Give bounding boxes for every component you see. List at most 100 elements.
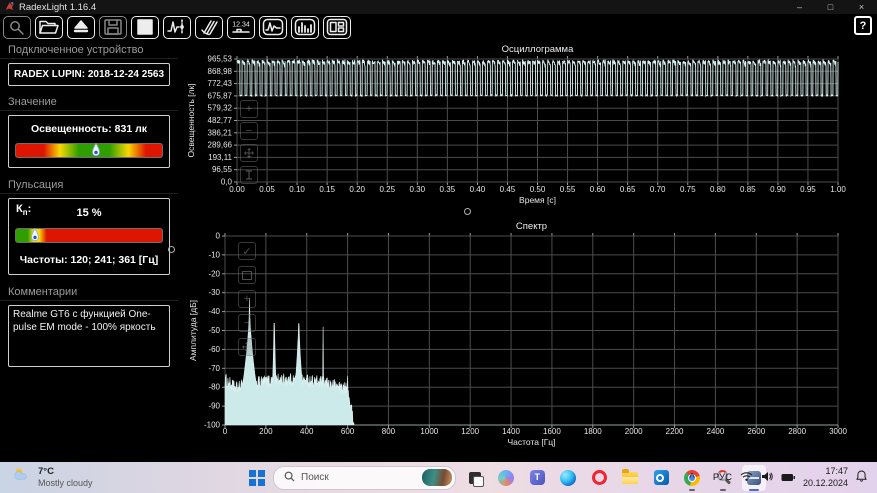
minimize-button[interactable]: – bbox=[784, 0, 815, 14]
pan-button[interactable] bbox=[238, 338, 256, 356]
svg-text:-70: -70 bbox=[208, 364, 220, 373]
battery-icon[interactable] bbox=[781, 469, 795, 487]
windows-logo-icon bbox=[249, 470, 256, 477]
zoom-out-button[interactable]: − bbox=[240, 122, 258, 140]
help-button[interactable]: ? bbox=[854, 16, 872, 35]
svg-text:-90: -90 bbox=[208, 402, 220, 411]
file-explorer-taskbar-icon[interactable] bbox=[618, 465, 642, 491]
opera-taskbar-icon[interactable] bbox=[587, 465, 611, 491]
search-highlight-image[interactable] bbox=[422, 469, 452, 486]
opera-icon bbox=[592, 470, 607, 485]
language-indicator[interactable]: РУС bbox=[713, 472, 732, 483]
taskbar: 7°C Mostly cloudy Поиск ^ РУС bbox=[0, 462, 877, 493]
svg-text:0.55: 0.55 bbox=[560, 185, 576, 194]
system-tray: ^ РУС 17:47 20.12.2024 bbox=[689, 462, 877, 493]
file-explorer-icon bbox=[622, 472, 638, 484]
task-view-icon bbox=[469, 472, 481, 484]
comments-splitter-grip[interactable] bbox=[168, 246, 175, 253]
notifications-bell-icon[interactable] bbox=[856, 469, 867, 487]
copilot-taskbar-icon[interactable] bbox=[494, 465, 518, 491]
svg-text:0: 0 bbox=[216, 232, 221, 241]
maximize-button[interactable]: □ bbox=[815, 0, 846, 14]
layout-panels-button[interactable] bbox=[323, 16, 351, 39]
save-file-button[interactable] bbox=[99, 16, 127, 39]
numeric-display-button[interactable]: 12.34 bbox=[227, 16, 255, 39]
edge-icon bbox=[560, 470, 576, 486]
kp-value: 15 % bbox=[15, 207, 163, 219]
charts-splitter-grip[interactable] bbox=[464, 208, 471, 215]
outlook-taskbar-icon[interactable] bbox=[649, 465, 673, 491]
close-button[interactable]: × bbox=[846, 0, 877, 14]
svg-text:675,87: 675,87 bbox=[208, 91, 233, 100]
autoscale-button[interactable]: ✓ bbox=[238, 242, 256, 260]
illuminance-scale bbox=[15, 143, 163, 158]
svg-text:965,53: 965,53 bbox=[208, 55, 233, 64]
illuminance-value: Освещенность: 831 лк bbox=[15, 123, 163, 135]
toolbar: 12.34? bbox=[0, 14, 877, 40]
clock[interactable]: 17:47 20.12.2024 bbox=[803, 466, 848, 489]
svg-text:772,43: 772,43 bbox=[208, 79, 233, 88]
svg-text:0.75: 0.75 bbox=[680, 185, 696, 194]
svg-text:-30: -30 bbox=[208, 288, 220, 297]
clear-data-button[interactable] bbox=[195, 16, 223, 39]
zoom-in-button[interactable]: + bbox=[238, 290, 256, 308]
zoom-in-button[interactable]: + bbox=[240, 100, 258, 118]
search-device-button[interactable] bbox=[3, 16, 31, 39]
weather-widget[interactable]: 7°C Mostly cloudy bbox=[0, 466, 93, 489]
weather-temp: 7°C bbox=[38, 467, 93, 478]
weather-condition: Mostly cloudy bbox=[38, 478, 93, 488]
svg-text:289,66: 289,66 bbox=[208, 141, 233, 150]
svg-text:482,77: 482,77 bbox=[208, 116, 233, 125]
outlook-icon bbox=[654, 470, 669, 485]
pan-button[interactable] bbox=[240, 144, 258, 162]
show-spectrum-button[interactable] bbox=[291, 16, 319, 39]
taskbar-search[interactable]: Поиск bbox=[273, 466, 456, 490]
titlebar: RadexLight 1.16.4 – □ × bbox=[0, 0, 877, 14]
svg-text:0: 0 bbox=[223, 427, 228, 436]
svg-text:0.50: 0.50 bbox=[530, 185, 546, 194]
svg-text:600: 600 bbox=[341, 427, 355, 436]
comments-input[interactable]: Realme GT6 с функцией One-pulse EM mode … bbox=[8, 305, 170, 367]
zoom-out-button[interactable]: − bbox=[238, 314, 256, 332]
search-placeholder: Поиск bbox=[301, 472, 416, 483]
pulsation-scale bbox=[15, 228, 163, 243]
svg-text:0.15: 0.15 bbox=[319, 185, 335, 194]
cursor-wave-button[interactable] bbox=[163, 16, 191, 39]
svg-text:0.95: 0.95 bbox=[800, 185, 816, 194]
stop-measurement-button[interactable] bbox=[131, 16, 159, 39]
speaker-icon[interactable] bbox=[761, 469, 773, 487]
pulsation-section-header: Пульсация bbox=[0, 175, 178, 194]
wifi-icon[interactable] bbox=[740, 469, 753, 487]
svg-text:96,55: 96,55 bbox=[212, 165, 233, 174]
svg-text:Частота [Гц]: Частота [Гц] bbox=[507, 437, 555, 447]
weather-icon bbox=[10, 466, 32, 489]
fit-button[interactable] bbox=[240, 166, 258, 184]
tray-date: 20.12.2024 bbox=[803, 478, 848, 489]
radexlight-window: RadexLight 1.16.4 – □ × 12.34? Подключен… bbox=[0, 0, 877, 493]
left-panel: Подключенное устройство RADEX LUPIN: 201… bbox=[0, 40, 178, 464]
start-measurement-button[interactable] bbox=[67, 16, 95, 39]
svg-text:Спектр: Спектр bbox=[516, 221, 547, 232]
svg-text:0.35: 0.35 bbox=[440, 185, 456, 194]
show-oscillogram-button[interactable] bbox=[259, 16, 287, 39]
svg-text:Амплитуда [дБ]: Амплитуда [дБ] bbox=[188, 300, 198, 361]
task-view-taskbar-icon[interactable] bbox=[463, 465, 487, 491]
svg-text:2400: 2400 bbox=[707, 427, 725, 436]
value-box: Освещенность: 831 лк bbox=[8, 115, 170, 168]
svg-text:2000: 2000 bbox=[625, 427, 643, 436]
tray-chevron-icon[interactable]: ^ bbox=[689, 472, 695, 483]
svg-text:-20: -20 bbox=[208, 269, 220, 278]
teams-taskbar-icon[interactable] bbox=[525, 465, 549, 491]
svg-text:0.60: 0.60 bbox=[590, 185, 606, 194]
zoom-rect-button[interactable] bbox=[238, 266, 256, 284]
svg-text:0.30: 0.30 bbox=[410, 185, 426, 194]
svg-text:-100: -100 bbox=[204, 421, 221, 430]
svg-text:3000: 3000 bbox=[829, 427, 847, 436]
open-file-button[interactable] bbox=[35, 16, 63, 39]
svg-text:193,11: 193,11 bbox=[208, 153, 232, 162]
svg-text:0.85: 0.85 bbox=[740, 185, 756, 194]
start-button[interactable] bbox=[242, 465, 266, 491]
edge-taskbar-icon[interactable] bbox=[556, 465, 580, 491]
svg-text:1800: 1800 bbox=[584, 427, 602, 436]
teams-icon bbox=[530, 470, 545, 485]
